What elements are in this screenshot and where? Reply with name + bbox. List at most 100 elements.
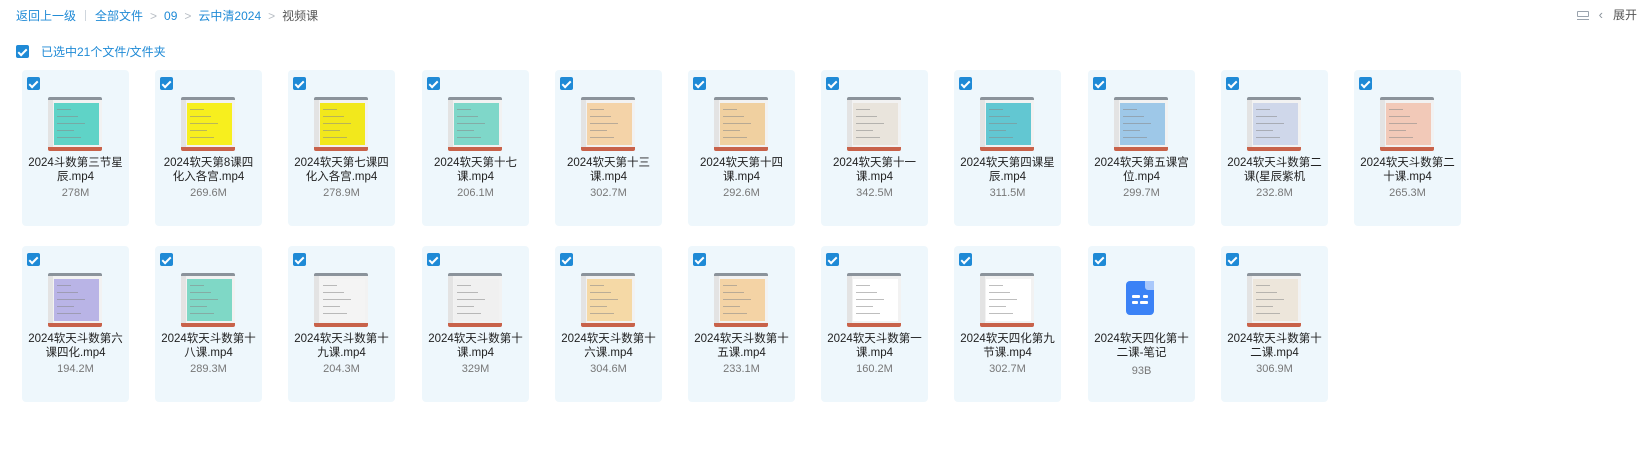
file-size: 329M (461, 363, 490, 375)
file-checkbox[interactable] (693, 253, 706, 266)
file-card[interactable]: 2024软天第七课四化入各宫.mp4 278.9M (288, 70, 395, 226)
video-thumbnail (847, 273, 901, 327)
file-size: 265.3M (1389, 187, 1426, 199)
breadcrumb-item-all-files[interactable]: 全部文件 (95, 7, 143, 24)
file-checkbox[interactable] (160, 253, 173, 266)
file-size: 93B (1131, 365, 1152, 377)
file-name: 2024软天第七课四化入各宫.mp4 (294, 157, 389, 183)
file-checkbox[interactable] (160, 77, 173, 90)
breadcrumb-separator-icon: > (184, 8, 192, 23)
file-size: 194.2M (57, 363, 94, 375)
file-card[interactable]: 2024软天第十一课.mp4 342.5M (821, 70, 928, 226)
file-checkbox[interactable] (293, 77, 306, 90)
select-all-checkbox[interactable] (16, 45, 29, 58)
file-name: 2024软天斗数第十二课.mp4 (1227, 333, 1322, 359)
file-checkbox[interactable] (27, 253, 40, 266)
selection-count-label: 已选中21个文件/文件夹 (41, 45, 166, 59)
file-card[interactable]: 2024软天第十四课.mp4 292.6M (688, 70, 795, 226)
video-thumbnail (1380, 97, 1434, 151)
video-thumbnail (1247, 273, 1301, 327)
file-checkbox[interactable] (427, 253, 440, 266)
file-card[interactable]: 2024软天斗数第二十课.mp4 265.3M (1354, 70, 1461, 226)
file-size: 302.7M (590, 187, 627, 199)
file-name: 2024软天第8课四化入各宫.mp4 (163, 157, 254, 183)
file-card[interactable]: 2024软天第8课四化入各宫.mp4 269.6M (155, 70, 262, 226)
note-file-icon (1126, 281, 1154, 315)
expand-button[interactable]: 展开 (1613, 6, 1637, 23)
file-checkbox[interactable] (693, 77, 706, 90)
list-view-icon[interactable] (1576, 10, 1589, 20)
file-checkbox[interactable] (427, 77, 440, 90)
file-checkbox[interactable] (1226, 253, 1239, 266)
file-name: 2024软天第十七课.mp4 (433, 157, 518, 183)
file-size: 206.1M (457, 187, 494, 199)
video-thumbnail (181, 273, 235, 327)
breadcrumb-divider (85, 10, 87, 21)
view-tools: ‹ 展开 (1576, 6, 1637, 23)
file-checkbox[interactable] (1093, 253, 1106, 266)
video-thumbnail (314, 97, 368, 151)
file-size: 302.7M (989, 363, 1026, 375)
file-card[interactable]: 2024软天第四课星辰.mp4 311.5M (954, 70, 1061, 226)
file-name: 2024软天第十一课.mp4 (832, 157, 917, 183)
file-name: 2024软天斗数第二十课.mp4 (1360, 157, 1455, 183)
file-size: 292.6M (723, 187, 760, 199)
file-size: 342.5M (856, 187, 893, 199)
breadcrumb: 返回上一级 全部文件 > 09 > 云中清2024 > 视频课 (16, 7, 318, 24)
file-card[interactable]: 2024软天第十三课.mp4 302.7M (555, 70, 662, 226)
file-name: 2024软天斗数第十五课.mp4 (694, 333, 789, 359)
breadcrumb-item-09[interactable]: 09 (164, 9, 177, 23)
chevron-left-icon[interactable]: ‹ (1599, 7, 1603, 22)
file-card[interactable]: 2024软天四化第十二课-笔记 93B (1088, 246, 1195, 402)
file-checkbox[interactable] (826, 77, 839, 90)
file-checkbox[interactable] (959, 77, 972, 90)
file-name: 2024软天斗数第二课(星辰紫机 (1227, 157, 1322, 183)
video-thumbnail (181, 97, 235, 151)
back-link[interactable]: 返回上一级 (16, 7, 76, 24)
file-checkbox[interactable] (293, 253, 306, 266)
video-thumbnail (581, 273, 635, 327)
file-name: 2024软天第十四课.mp4 (699, 157, 784, 183)
video-thumbnail (448, 273, 502, 327)
file-card[interactable]: 2024软天第十七课.mp4 206.1M (422, 70, 529, 226)
file-card[interactable]: 2024软天斗数第十六课.mp4 304.6M (555, 246, 662, 402)
file-checkbox[interactable] (959, 253, 972, 266)
file-card[interactable]: 2024软天四化第九节课.mp4 302.7M (954, 246, 1061, 402)
file-card[interactable]: 2024软天斗数第六课四化.mp4 194.2M (22, 246, 129, 402)
breadcrumb-item-yunzhongqing[interactable]: 云中清2024 (198, 7, 261, 24)
select-all-row: 已选中21个文件/文件夹 (16, 43, 166, 60)
file-size: 160.2M (856, 363, 893, 375)
file-name: 2024软天斗数第六课四化.mp4 (28, 333, 123, 359)
video-thumbnail (1247, 97, 1301, 151)
file-name: 2024软天第十三课.mp4 (566, 157, 651, 183)
file-card[interactable]: 2024斗数第三节星辰.mp4 278M (22, 70, 129, 226)
file-checkbox[interactable] (27, 77, 40, 90)
file-size: 204.3M (323, 363, 360, 375)
file-card[interactable]: 2024软天斗数第二课(星辰紫机 232.8M (1221, 70, 1328, 226)
file-checkbox[interactable] (1093, 77, 1106, 90)
file-card[interactable]: 2024软天第五课宫位.mp4 299.7M (1088, 70, 1195, 226)
video-thumbnail (581, 97, 635, 151)
file-card[interactable]: 2024软天斗数第十八课.mp4 289.3M (155, 246, 262, 402)
video-thumbnail (1114, 97, 1168, 151)
file-card[interactable]: 2024软天斗数第十九课.mp4 204.3M (288, 246, 395, 402)
top-bar: 返回上一级 全部文件 > 09 > 云中清2024 > 视频课 ‹ 展开 (0, 0, 1651, 30)
file-card[interactable]: 2024软天斗数第一课.mp4 160.2M (821, 246, 928, 402)
file-checkbox[interactable] (1226, 77, 1239, 90)
file-checkbox[interactable] (826, 253, 839, 266)
file-size: 278.9M (323, 187, 360, 199)
file-size: 278M (61, 187, 90, 199)
file-name: 2024斗数第三节星辰.mp4 (28, 157, 123, 183)
file-size: 269.6M (190, 187, 227, 199)
file-card[interactable]: 2024软天斗数第十二课.mp4 306.9M (1221, 246, 1328, 402)
breadcrumb-separator-icon: > (150, 8, 158, 23)
file-size: 304.6M (590, 363, 627, 375)
file-checkbox[interactable] (560, 77, 573, 90)
file-checkbox[interactable] (560, 253, 573, 266)
video-thumbnail (714, 273, 768, 327)
file-name: 2024软天斗数第十九课.mp4 (294, 333, 389, 359)
file-card[interactable]: 2024软天斗数第十课.mp4 329M (422, 246, 529, 402)
file-size: 232.8M (1256, 187, 1293, 199)
file-checkbox[interactable] (1359, 77, 1372, 90)
file-card[interactable]: 2024软天斗数第十五课.mp4 233.1M (688, 246, 795, 402)
